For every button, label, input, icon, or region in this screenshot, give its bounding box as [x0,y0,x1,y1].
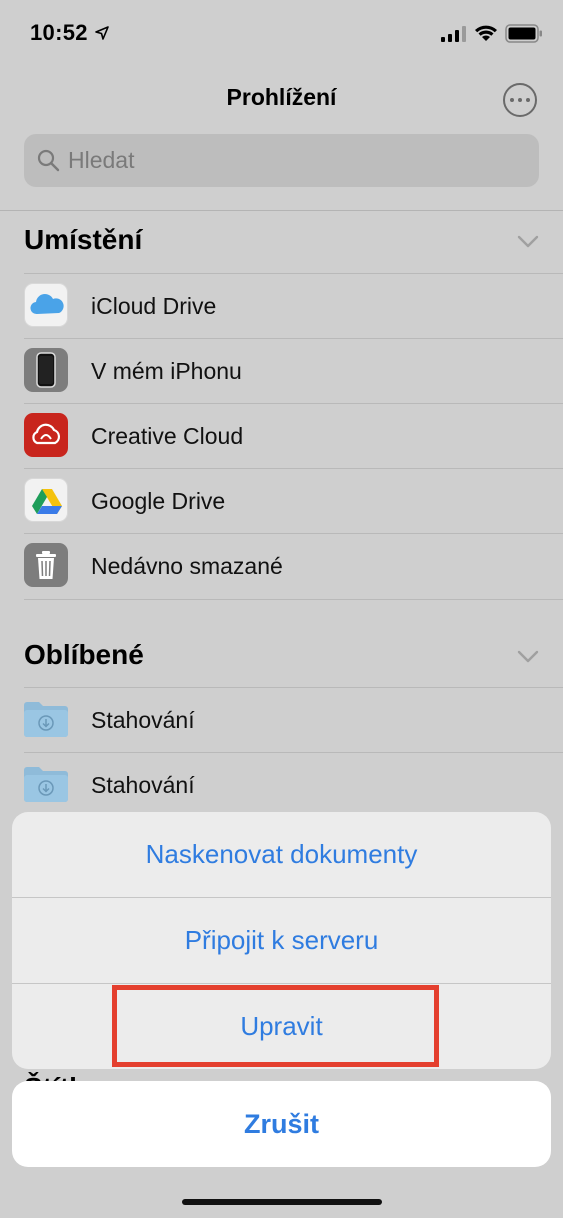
dot-icon [510,98,514,102]
location-arrow-icon [95,26,109,40]
creative-cloud-icon [24,413,68,457]
google-drive-icon [24,478,68,522]
divider [24,273,563,274]
home-indicator[interactable] [182,1199,382,1205]
search-icon [37,149,60,172]
location-item-on-my-iphone[interactable]: V mém iPhonu [24,338,563,403]
chevron-down-icon[interactable] [517,650,539,664]
favorite-item-label: Stahování [91,707,195,733]
iphone-icon [24,348,68,392]
location-item-icloud-drive[interactable]: iCloud Drive [24,273,563,338]
cancel-button[interactable]: Zrušit [12,1081,551,1167]
location-item-label: Google Drive [91,488,226,514]
icloud-icon [24,283,68,327]
favorite-item-downloads[interactable]: Stahování [24,752,563,817]
divider [24,403,563,404]
location-item-recently-deleted[interactable]: Nedávno smazané [24,533,563,598]
page-title: Prohlížení [226,84,337,110]
location-item-label: V mém iPhonu [91,358,242,384]
more-options-button[interactable] [503,83,537,117]
downloads-folder-icon [24,702,68,737]
location-item-label: Creative Cloud [91,423,244,449]
section-header-locations: Umístění [24,224,143,255]
favorite-item-label: Stahování [91,772,195,798]
location-item-label: iCloud Drive [91,293,217,319]
connect-to-server-button[interactable]: Připojit k serveru [12,898,551,983]
section-header-favorites: Oblíbené [24,639,144,670]
location-item-label: Nedávno smazané [91,553,283,579]
downloads-folder-icon [24,767,68,802]
favorite-item-downloads[interactable]: Stahování [24,687,563,752]
trash-icon [24,543,68,587]
clock: 10:52 [30,20,88,45]
wifi-icon [475,25,497,41]
divider [0,210,563,211]
cellular-signal-icon [441,26,466,42]
highlight-box [112,985,439,1067]
divider [24,687,563,688]
dot-icon [518,98,522,102]
location-item-google-drive[interactable]: Google Drive [24,468,563,533]
divider [24,533,563,534]
scan-documents-button[interactable]: Naskenovat dokumenty [12,812,551,897]
search-bar[interactable] [24,134,539,187]
dot-icon [526,98,530,102]
divider [24,468,563,469]
chevron-down-icon[interactable] [517,235,539,249]
location-item-creative-cloud[interactable]: Creative Cloud [24,403,563,468]
divider [24,338,563,339]
search-input[interactable] [68,134,528,187]
section-header-tags: Štítky [24,1068,100,1081]
battery-icon [505,24,542,43]
divider [24,599,563,600]
status-bar: 10:52 [0,0,563,70]
divider [24,752,563,753]
